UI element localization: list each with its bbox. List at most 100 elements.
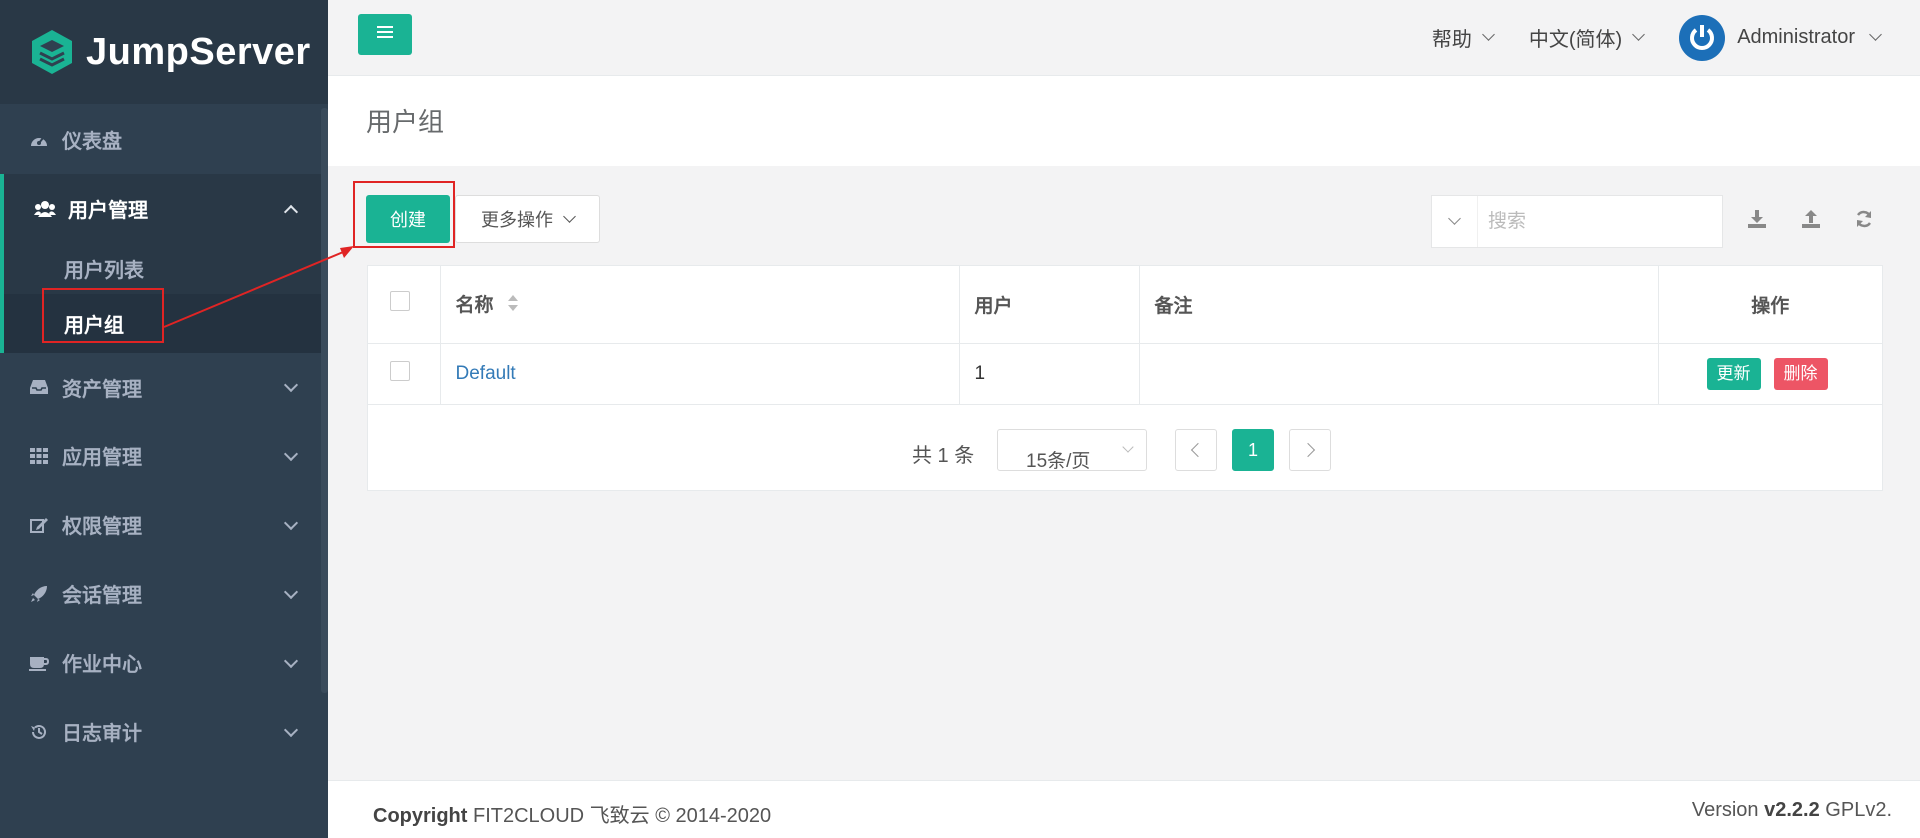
cell-actions: 更新 删除 xyxy=(1658,343,1882,405)
history-icon xyxy=(28,722,50,742)
sidebar-item-label: 资产管理 xyxy=(62,378,142,401)
update-button[interactable]: 更新 xyxy=(1706,357,1761,390)
refresh-icon xyxy=(1856,210,1872,228)
column-label: 名称 xyxy=(455,295,494,317)
column-header-actions: 操作 xyxy=(1658,266,1882,344)
export-button[interactable] xyxy=(1744,206,1770,232)
version-label: Version xyxy=(1691,799,1759,821)
sidebar-item-permission-management[interactable]: 权限管理 xyxy=(0,490,328,559)
sidebar-item-dashboard[interactable]: 仪表盘 xyxy=(0,105,328,174)
edit-icon xyxy=(28,515,50,535)
chevron-down-icon xyxy=(1448,212,1461,225)
chevron-down-icon xyxy=(1122,441,1134,453)
chevron-down-icon xyxy=(1869,28,1882,41)
avatar xyxy=(1679,14,1726,61)
help-dropdown[interactable]: 帮助 xyxy=(1431,23,1495,52)
top-right-menus: 帮助 中文(简体) Administrator xyxy=(1396,0,1882,75)
sidebar-item-asset-management[interactable]: 资产管理 xyxy=(0,353,328,421)
page-number-button[interactable]: 1 xyxy=(1232,429,1274,471)
footer-copyright: Copyright FIT2CLOUD 飞致云 © 2014-2020 xyxy=(373,799,771,828)
delete-button[interactable]: 删除 xyxy=(1773,357,1828,390)
language-dropdown[interactable]: 中文(简体) xyxy=(1528,23,1646,52)
row-select-cell xyxy=(368,343,441,405)
row-checkbox[interactable] xyxy=(390,360,410,381)
logo-text: JumpServer xyxy=(86,30,311,73)
sidebar-item-label: 日志审计 xyxy=(62,723,142,745)
import-button[interactable] xyxy=(1798,206,1824,232)
user-dropdown[interactable]: Administrator xyxy=(1679,14,1882,61)
upload-icon xyxy=(1802,210,1820,228)
chevron-up-icon xyxy=(283,204,299,219)
chevron-down-icon xyxy=(283,653,299,668)
cell-comment xyxy=(1139,343,1659,405)
chevron-down-icon xyxy=(283,377,299,393)
top-navbar: 帮助 中文(简体) Administrator xyxy=(328,0,1920,75)
page-heading: 用户组 xyxy=(328,75,1920,166)
prev-page-button[interactable] xyxy=(1175,429,1217,471)
annotation-arrow xyxy=(163,246,354,328)
copyright-text: FIT2CLOUD 飞致云 © 2014-2020 xyxy=(473,805,772,827)
sidebar-item-log-audit[interactable]: 日志审计 xyxy=(0,697,328,766)
language-label: 中文(简体) xyxy=(1528,29,1623,51)
sidebar-item-label: 会话管理 xyxy=(62,585,142,607)
search-input[interactable] xyxy=(1478,210,1708,233)
page-size-select[interactable]: 15条/页 xyxy=(997,429,1147,472)
sidebar: JumpServer 仪表盘 用户管理 用户列表 用户组 资产管理 应用管理 权… xyxy=(0,0,328,838)
sidebar-item-app-management[interactable]: 应用管理 xyxy=(0,421,328,490)
column-header-users: 用户 xyxy=(959,266,1140,344)
select-all-checkbox[interactable] xyxy=(390,291,410,312)
chevron-down-icon xyxy=(1481,28,1495,41)
sidebar-item-label: 权限管理 xyxy=(62,516,142,538)
chevron-down-icon xyxy=(563,209,576,223)
menu-toggle-button[interactable] xyxy=(358,14,412,55)
more-actions-label: 更多操作 xyxy=(481,210,553,230)
dashboard-icon xyxy=(28,130,50,150)
user-name: Administrator xyxy=(1737,26,1855,48)
pagination-total: 共 1 条 xyxy=(912,445,975,467)
coffee-icon xyxy=(28,653,50,673)
more-actions-dropdown[interactable]: 更多操作 xyxy=(455,195,600,243)
chevron-down-icon xyxy=(283,584,299,599)
copyright-label: Copyright xyxy=(373,805,468,827)
cell-users: 1 xyxy=(959,343,1140,405)
power-icon xyxy=(1690,24,1715,50)
page-size-label: 15条/页 xyxy=(1026,451,1091,472)
cell-name: Default xyxy=(440,343,960,405)
help-label: 帮助 xyxy=(1431,29,1472,51)
grid-icon xyxy=(28,446,50,466)
column-header-name[interactable]: 名称 xyxy=(440,266,960,344)
logo[interactable]: JumpServer xyxy=(0,0,328,104)
pagination: 共 1 条 15条/页 1 xyxy=(368,427,1882,473)
column-header-comment: 备注 xyxy=(1139,266,1659,344)
sidebar-item-job-center[interactable]: 作业中心 xyxy=(0,628,328,697)
chevron-left-icon xyxy=(1190,442,1206,458)
sidebar-nav: 仪表盘 用户管理 用户列表 用户组 资产管理 应用管理 权限管理 会话管理 作业… xyxy=(0,105,328,766)
user-groups-table: 名称 用户 备注 操作 Default 1 更新 删除 xyxy=(368,266,1882,405)
chevron-down-icon xyxy=(283,722,299,737)
refresh-button[interactable] xyxy=(1851,206,1877,232)
version-number: v2.2.2 xyxy=(1764,799,1820,821)
download-icon xyxy=(1748,210,1766,228)
page-title: 用户组 xyxy=(366,107,445,137)
sidebar-item-label: 用户列表 xyxy=(64,260,144,282)
sidebar-item-label: 作业中心 xyxy=(62,654,142,676)
users-icon xyxy=(34,199,56,219)
chevron-down-icon xyxy=(1632,28,1646,41)
license-text: GPLv2. xyxy=(1825,799,1892,821)
sidebar-item-user-management[interactable]: 用户管理 xyxy=(4,174,328,243)
sidebar-item-label: 用户管理 xyxy=(68,200,148,222)
next-page-button[interactable] xyxy=(1289,429,1331,471)
sort-icon xyxy=(507,294,519,318)
chevron-down-icon xyxy=(283,446,299,461)
create-button[interactable]: 创建 xyxy=(366,195,450,243)
search-field-select[interactable] xyxy=(1432,196,1478,247)
search-box xyxy=(1431,195,1723,248)
sidebar-item-session-management[interactable]: 会话管理 xyxy=(0,559,328,628)
chevron-right-icon xyxy=(1300,442,1316,458)
group-name-link[interactable]: Default xyxy=(456,363,516,384)
user-groups-panel: 名称 用户 备注 操作 Default 1 更新 删除 共 1 条 15条/页 … xyxy=(367,265,1883,491)
table-header-row: 名称 用户 备注 操作 xyxy=(368,266,1882,344)
sidebar-item-label: 仪表盘 xyxy=(62,131,122,153)
jumpserver-logo-icon xyxy=(32,30,72,74)
rocket-icon xyxy=(28,584,50,604)
